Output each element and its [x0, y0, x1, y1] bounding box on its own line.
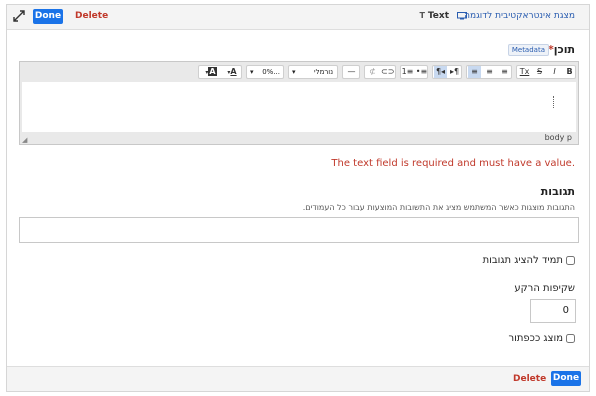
- font-color-button[interactable]: ▾A: [223, 66, 241, 78]
- rtl-button[interactable]: ¶◂: [434, 66, 447, 78]
- editor-dialog: Done Delete T Text מצגת אינטראקטיבית לדו…: [6, 4, 590, 392]
- toolbar-group-direction: ¶◂ ▸¶: [432, 65, 462, 79]
- bg-transparency-input[interactable]: 0: [530, 299, 576, 323]
- content-label-text: תוכן: [553, 43, 575, 56]
- breadcrumb-type[interactable]: Text: [428, 11, 449, 21]
- done-button[interactable]: Done: [33, 9, 63, 24]
- clear-format-button[interactable]: Tx: [518, 66, 531, 78]
- answers-help-text: התגובות מוצגות כאשר המשתמש מציג את התשוב…: [302, 203, 575, 212]
- toolbar-group-format: Tx S I B: [516, 65, 576, 79]
- chevron-down-icon: ▾: [292, 68, 296, 76]
- chevron-down-icon: ▾: [250, 68, 254, 76]
- text-caret: [553, 96, 556, 108]
- ltr-button[interactable]: ▸¶: [448, 66, 461, 78]
- done-button-bottom[interactable]: Done: [551, 371, 581, 386]
- delete-button-bottom[interactable]: Delete: [513, 372, 546, 387]
- delete-button[interactable]: Delete: [75, 9, 108, 24]
- font-color-glyph: A: [230, 67, 237, 76]
- bottom-bar: Delete Done: [7, 366, 589, 391]
- text-type-icon: T: [419, 11, 425, 20]
- size-select[interactable]: ▾ 0%...: [246, 65, 284, 79]
- show-as-button-row[interactable]: מוצג ככפתור: [508, 333, 575, 344]
- metadata-button[interactable]: Metadata: [507, 44, 549, 56]
- toolbar-group-colors: ▾A ▾A: [198, 65, 242, 79]
- resize-handle-icon[interactable]: ◢: [22, 136, 27, 144]
- expand-icon[interactable]: [13, 10, 25, 22]
- unlink-button[interactable]: ⊄: [366, 66, 379, 78]
- error-message: The text field is required and must have…: [331, 158, 575, 169]
- top-bar: Done Delete T Text מצגת אינטראקטיבית לדו…: [7, 5, 589, 30]
- editor-toolbar: Tx S I B ≡ ≡ ≡ ¶◂ ▸¶ 1≡ •≡ ⊄ ⊂⊃ — ▾ נורמ…: [20, 62, 578, 82]
- rich-text-editor: Tx S I B ≡ ≡ ≡ ¶◂ ▸¶ 1≡ •≡ ⊄ ⊂⊃ — ▾ נורמ…: [19, 61, 579, 145]
- editor-status-bar: body p ◢: [20, 132, 578, 144]
- editor-text-area[interactable]: [22, 82, 576, 132]
- italic-button[interactable]: I: [548, 66, 561, 78]
- strike-button[interactable]: S: [533, 66, 546, 78]
- bold-button[interactable]: B: [563, 66, 576, 78]
- horizontal-rule-button[interactable]: —: [345, 66, 358, 78]
- breadcrumb-title[interactable]: מצגת אינטראקטיבית לדוגמה: [464, 11, 575, 21]
- size-select-value: 0%...: [262, 68, 280, 76]
- ordered-list-button[interactable]: 1≡: [401, 66, 414, 78]
- toolbar-group-links: ⊄ ⊂⊃: [364, 65, 396, 79]
- toolbar-group-lists: 1≡ •≡: [400, 65, 428, 79]
- show-as-button-checkbox[interactable]: [566, 334, 575, 343]
- show-as-button-label: מוצג ככפתור: [508, 333, 563, 344]
- answers-label: תגובות: [540, 185, 575, 198]
- align-right-button[interactable]: ≡: [468, 66, 481, 78]
- toolbar-group-hr: —: [342, 65, 360, 79]
- align-left-button[interactable]: ≡: [498, 66, 511, 78]
- always-show-checkbox[interactable]: [566, 256, 575, 265]
- bg-color-button[interactable]: ▾A: [201, 66, 221, 78]
- element-path: body p: [544, 133, 572, 142]
- format-select[interactable]: ▾ נורמלי: [288, 65, 338, 79]
- toolbar-group-align: ≡ ≡ ≡: [466, 65, 512, 79]
- content-label: תוכן*: [548, 43, 575, 56]
- link-button[interactable]: ⊂⊃: [381, 66, 394, 78]
- align-center-button[interactable]: ≡: [483, 66, 496, 78]
- bg-color-glyph: A: [208, 67, 217, 76]
- bg-transparency-label: שקיפות הרקע: [514, 283, 575, 294]
- always-show-label: תמיד להציג תגובות: [482, 255, 563, 266]
- bullet-list-button[interactable]: •≡: [415, 66, 428, 78]
- format-select-value: נורמלי: [314, 68, 333, 76]
- always-show-row[interactable]: תמיד להציג תגובות: [483, 255, 575, 266]
- answers-input[interactable]: [19, 217, 579, 243]
